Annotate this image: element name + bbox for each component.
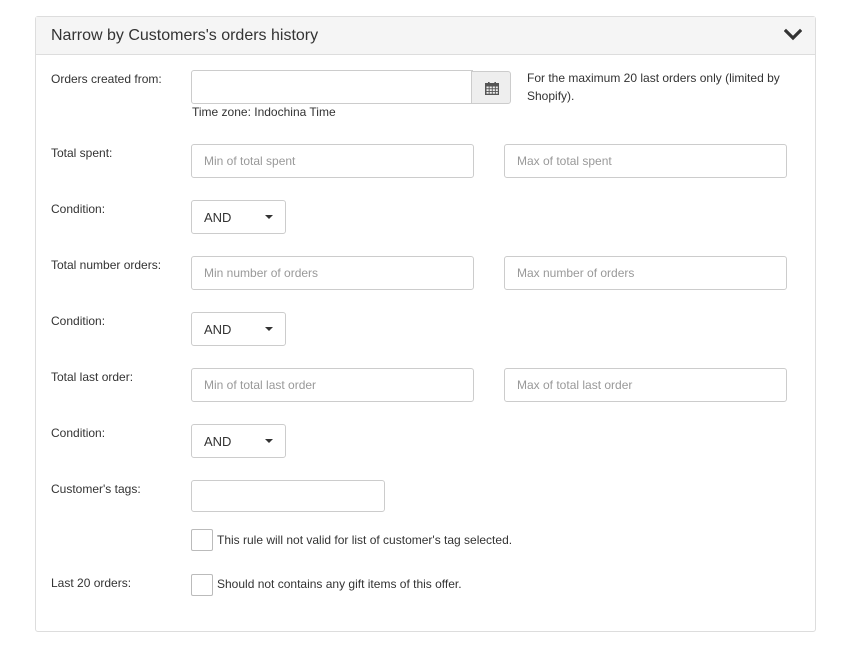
min-number-orders-input[interactable] [191, 256, 474, 290]
condition-select-value: AND [204, 322, 232, 337]
max-number-orders-input[interactable] [504, 256, 787, 290]
orders-created-label: Orders created from: [51, 72, 162, 86]
condition-select-value: AND [204, 210, 232, 225]
total-spent-label: Total spent: [51, 146, 113, 160]
last-orders-label: Last 20 orders: [51, 576, 132, 590]
total-number-orders-label: Total number orders: [51, 258, 162, 272]
no-gift-items-checkbox[interactable] [191, 574, 213, 596]
timezone-text: Time zone: Indochina Time [192, 105, 336, 119]
orders-limit-note-line2: Shopify). [527, 89, 575, 103]
orders-created-date-input[interactable] [191, 70, 473, 104]
condition-select-3[interactable]: AND [191, 424, 286, 458]
calendar-button[interactable] [471, 71, 511, 104]
panel-title: Narrow by Customers's orders history [51, 27, 319, 44]
condition-label-1: Condition: [51, 202, 106, 216]
condition-select-value: AND [204, 434, 232, 449]
calendar-icon [485, 82, 499, 95]
caret-down-icon [265, 215, 273, 219]
no-gift-items-checkbox-label[interactable]: Should not contains any gift items of th… [217, 577, 462, 591]
tags-exclude-checkbox[interactable] [191, 529, 213, 551]
max-total-last-order-input[interactable] [504, 368, 787, 402]
min-total-spent-input[interactable] [191, 144, 474, 178]
caret-down-icon [265, 327, 273, 331]
chevron-down-icon[interactable] [784, 28, 802, 42]
tags-exclude-checkbox-label[interactable]: This rule will not valid for list of cus… [217, 533, 512, 547]
caret-down-icon [265, 439, 273, 443]
max-total-spent-input[interactable] [504, 144, 787, 178]
min-total-last-order-input[interactable] [191, 368, 474, 402]
condition-select-1[interactable]: AND [191, 200, 286, 234]
condition-label-3: Condition: [51, 426, 106, 440]
orders-limit-note-line1: For the maximum 20 last orders only (lim… [527, 71, 780, 85]
total-last-order-label: Total last order: [51, 370, 134, 384]
condition-select-2[interactable]: AND [191, 312, 286, 346]
condition-label-2: Condition: [51, 314, 106, 328]
panel-heading[interactable]: Narrow by Customers's orders history [36, 17, 815, 55]
customer-tags-label: Customer's tags: [51, 482, 141, 496]
customer-tags-input[interactable] [191, 480, 385, 512]
